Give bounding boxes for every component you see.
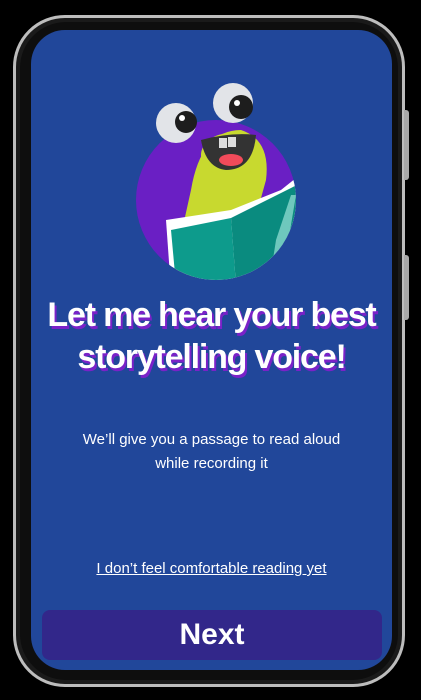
page-subtitle: We’ll give you a passage to read aloud w… [82,431,341,472]
onboarding-screen: Let me hear your best storytelling voice… [31,30,392,670]
skip-reading-link[interactable]: I don’t feel comfortable reading yet [96,560,326,577]
mascot-illustration [136,83,296,280]
phone-side-button [404,110,409,180]
page-title: Let me hear your best storytelling voice… [47,296,376,376]
next-button[interactable]: Next [42,610,382,660]
phone-side-button [404,255,409,320]
